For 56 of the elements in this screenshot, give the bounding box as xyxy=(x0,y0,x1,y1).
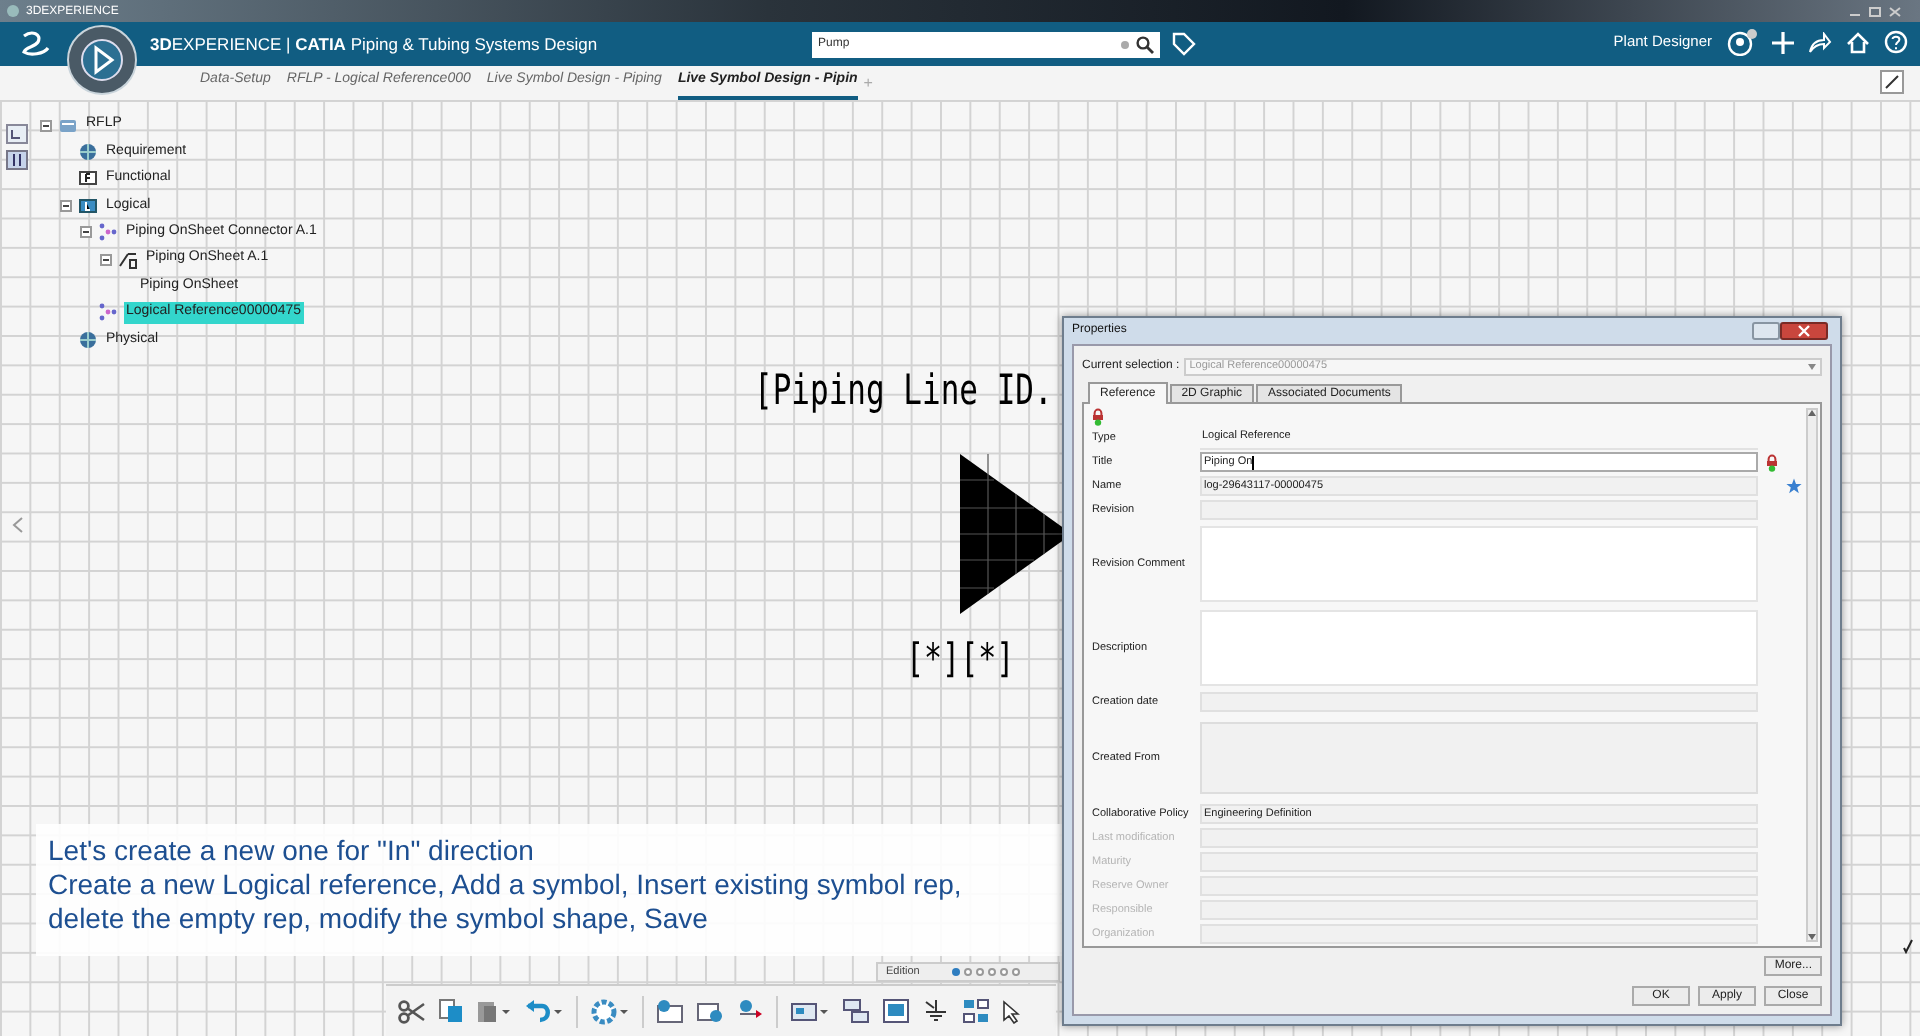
tag-icon[interactable] xyxy=(1172,32,1196,56)
help-icon[interactable] xyxy=(1884,30,1908,54)
collapse-toggle-icon[interactable] xyxy=(40,119,52,132)
collapse-toggle-icon[interactable] xyxy=(60,199,72,212)
collapse-toggle-icon[interactable] xyxy=(100,253,112,266)
star-icon[interactable] xyxy=(1786,478,1802,494)
frame-icon[interactable] xyxy=(790,998,830,1024)
gear-icon[interactable] xyxy=(590,997,630,1025)
check-icon xyxy=(1902,938,1914,954)
home-icon[interactable] xyxy=(1846,31,1870,53)
symbol-tag: [*][*] xyxy=(906,640,1015,681)
network-icon[interactable] xyxy=(962,998,990,1024)
undo-icon[interactable] xyxy=(524,998,564,1024)
lock-icon xyxy=(1092,408,1104,426)
app-icon xyxy=(6,4,20,18)
close-icon[interactable] xyxy=(1888,5,1902,17)
tree-view-icon[interactable] xyxy=(6,124,28,144)
layout-icon[interactable] xyxy=(842,998,870,1024)
connect-icon[interactable] xyxy=(736,998,764,1024)
insert-icon[interactable] xyxy=(656,998,684,1024)
node-icon xyxy=(98,302,118,323)
collapse-toggle-icon[interactable] xyxy=(80,226,92,239)
replace-icon[interactable] xyxy=(696,998,724,1024)
user-icon[interactable] xyxy=(1726,28,1758,56)
maximize-icon[interactable] xyxy=(1868,5,1882,17)
scroll-down-icon[interactable] xyxy=(1808,934,1816,940)
scroll-up-icon[interactable] xyxy=(1808,410,1816,416)
symbol-label: [Piping Line ID. xyxy=(754,372,1053,414)
expand-panel-icon[interactable] xyxy=(12,516,24,534)
copy-icon[interactable] xyxy=(438,998,464,1024)
caption-text: Let's create a new one for "In" direction xyxy=(48,834,536,868)
node-icon xyxy=(118,249,138,270)
pointer-icon[interactable] xyxy=(1002,999,1020,1023)
paste-icon[interactable] xyxy=(476,998,512,1024)
panel-icon[interactable] xyxy=(882,998,910,1024)
close-button[interactable] xyxy=(1780,322,1828,340)
node-icon xyxy=(58,115,78,136)
collapse-icon[interactable] xyxy=(1880,70,1904,94)
node-icon xyxy=(98,222,118,243)
caption-text: delete the empty rep, modify the symbol shape, Save xyxy=(48,902,710,936)
logo-icon[interactable] xyxy=(20,30,52,58)
share-icon[interactable] xyxy=(1808,31,1832,53)
list-view-icon[interactable] xyxy=(6,150,28,170)
node-icon xyxy=(78,195,98,216)
cut-icon[interactable] xyxy=(398,999,426,1023)
scrollbar[interactable] xyxy=(1806,408,1818,942)
ground-icon[interactable] xyxy=(922,998,950,1024)
app-title: 3DEXPERIENCE | CATIA Piping & Tubing Systems Design xyxy=(150,31,598,57)
node-icon xyxy=(78,168,98,189)
caption-text: Create a new Logical reference, Add a symbol, Insert existing symbol rep, xyxy=(48,868,964,902)
node-icon xyxy=(78,142,98,163)
search-icon[interactable] xyxy=(1136,36,1154,54)
node-icon xyxy=(78,329,98,350)
plus-icon[interactable] xyxy=(1772,31,1794,53)
dropdown-arrow-icon xyxy=(1808,364,1816,370)
lock-icon[interactable] xyxy=(1766,453,1778,471)
